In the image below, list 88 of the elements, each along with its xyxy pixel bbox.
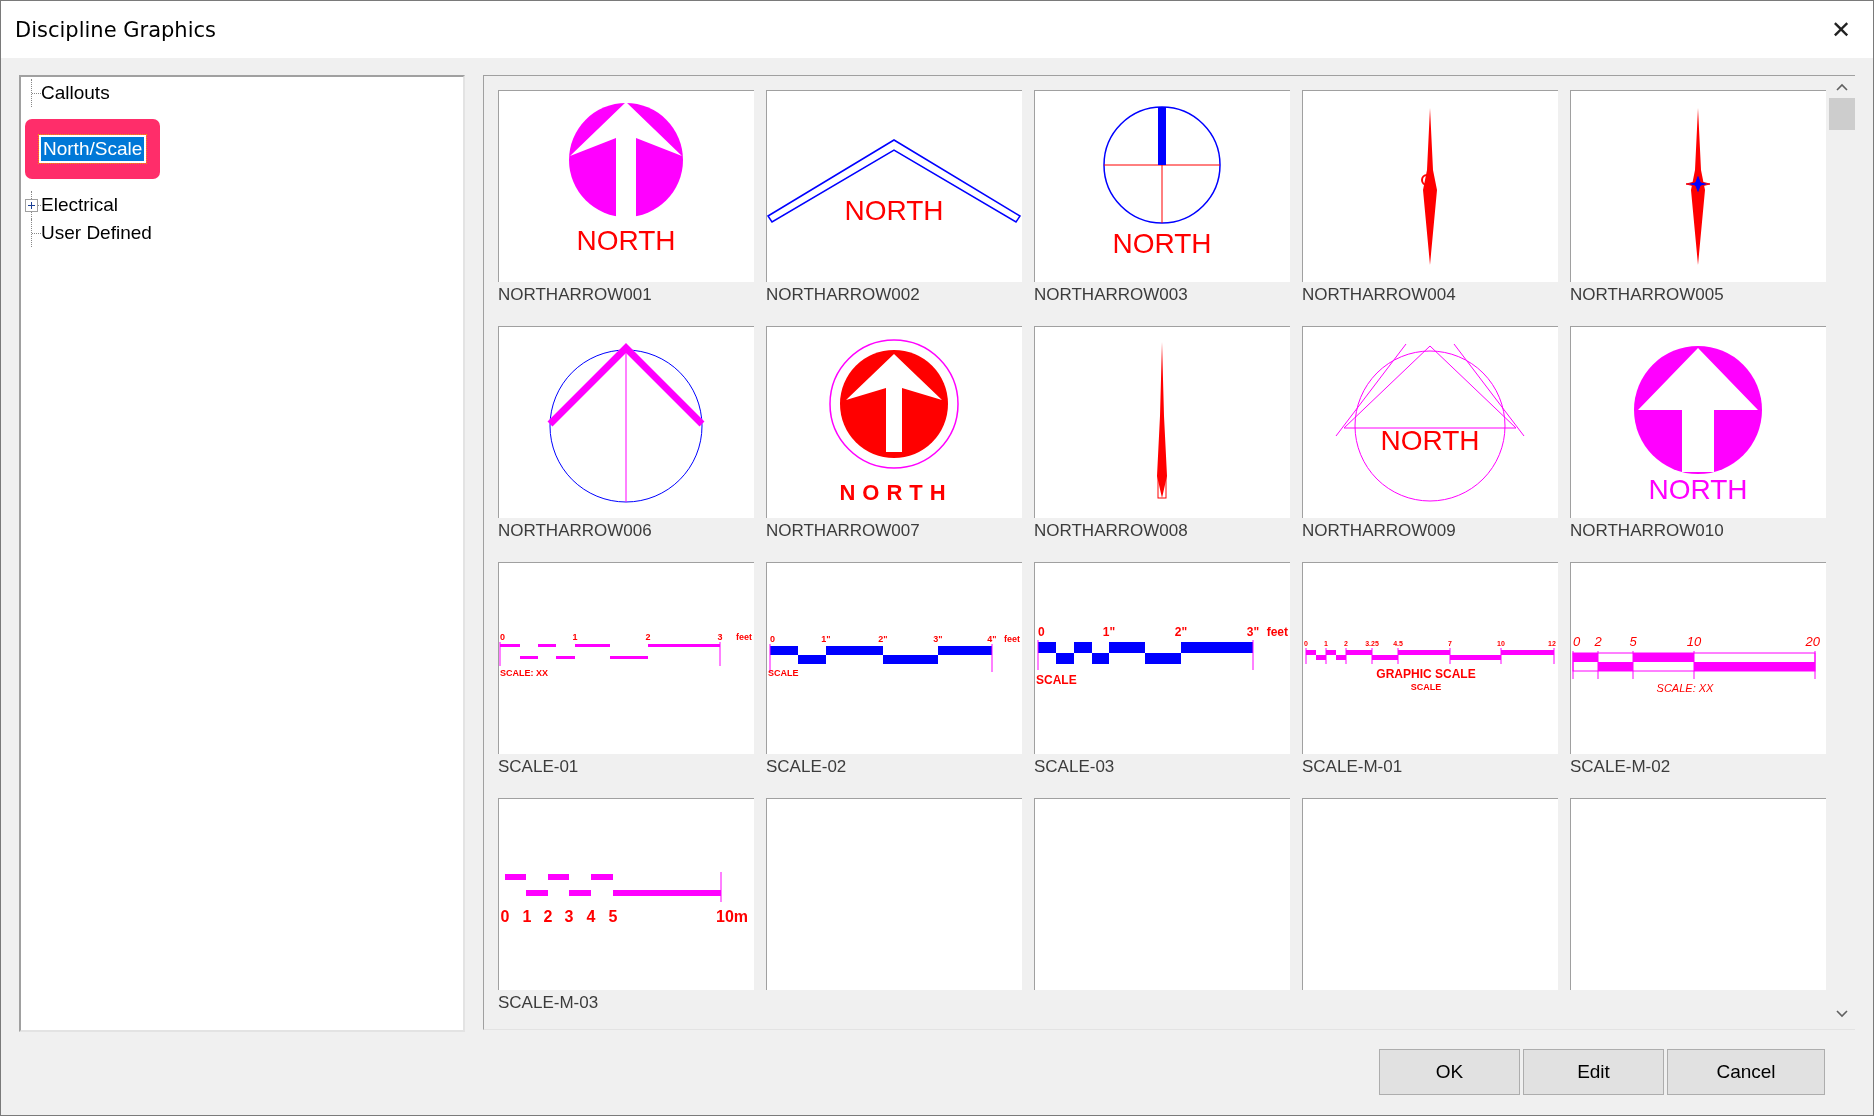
thumbnail-label: NORTHARROW005	[1570, 285, 1725, 305]
thumbnail[interactable]: 0 1 2 3 4 5 10m	[498, 798, 754, 990]
thumbnail[interactable]	[498, 326, 754, 518]
thumbnail[interactable]: NORTH	[1570, 326, 1826, 518]
tree-item[interactable]: North/Scale	[39, 135, 147, 163]
scroll-up-icon[interactable]	[1834, 82, 1849, 92]
drawing-label: 2	[543, 908, 553, 925]
drawing-label: 0	[770, 634, 775, 644]
thumbnail[interactable]	[1302, 90, 1558, 282]
drawing-label: 5	[608, 908, 618, 925]
thumbnail-label: NORTHARROW010	[1570, 521, 1725, 541]
thumbnail-label: SCALE-01	[498, 757, 580, 777]
drawing-label: 4	[586, 908, 596, 925]
drawing-label: 0	[500, 908, 510, 925]
thumbnail[interactable]: 0 1" 2" 3" 4" feet SCALE	[766, 562, 1022, 754]
close-button[interactable]: ✕	[1813, 1, 1869, 58]
drawing-label: feet	[1004, 634, 1020, 644]
thumbnail[interactable]: 0 2 5 10 20 SCALE: XX	[1570, 562, 1826, 754]
drawing-label: SCALE: XX	[1656, 682, 1714, 694]
thumbnail-label: SCALE-03	[1034, 757, 1116, 777]
drawing-label: NORTH	[576, 225, 676, 256]
thumbnail-label: NORTHARROW006	[498, 521, 653, 541]
window-title: Discipline Graphics	[15, 17, 216, 42]
thumbnail[interactable]: NORTH	[1034, 90, 1290, 282]
expand-icon[interactable]	[25, 199, 38, 212]
tree-item[interactable]: Electrical	[39, 193, 121, 217]
thumbnail-label: NORTHARROW001	[498, 285, 653, 305]
thumbnail-label: NORTHARROW008	[1034, 521, 1189, 541]
thumbnail[interactable]	[1302, 798, 1558, 990]
thumbnail[interactable]: 0 1" 2" 3" feet SCALE	[1034, 562, 1290, 754]
drawing-label: 3"	[1246, 625, 1260, 639]
drawing-label: 0	[1573, 634, 1581, 649]
drawing-label: SCALE	[768, 668, 799, 678]
drawing-label: NORTH	[1112, 228, 1212, 259]
drawing-label: 4"	[987, 634, 997, 644]
drawing-label: SCALE: XX	[500, 668, 548, 678]
dialog-button[interactable]: OK	[1379, 1049, 1520, 1095]
drawing-label: 2"	[878, 634, 888, 644]
drawing-label: 3	[564, 908, 574, 925]
drawing-label: 0	[500, 632, 505, 642]
drawing-label: GRAPHIC SCALE	[1376, 667, 1476, 681]
thumbnail-label: NORTHARROW009	[1302, 521, 1457, 541]
thumbnail[interactable]	[1034, 326, 1290, 518]
thumbnail[interactable]	[1034, 798, 1290, 990]
drawing-label: NORTH	[844, 195, 944, 226]
tree-item[interactable]: Callouts	[39, 81, 112, 105]
drawing-label: 5	[1629, 634, 1637, 649]
thumbnail-label: SCALE-M-03	[498, 993, 600, 1013]
scrollbar-thumb[interactable]	[1828, 98, 1855, 130]
thumbnail[interactable]: 0 1 2 3 feet SCALE: XX	[498, 562, 754, 754]
drawing-label: 2"	[1174, 625, 1188, 639]
drawing-label: 3	[717, 632, 723, 642]
drawing-label: 0	[1038, 625, 1045, 639]
thumbnail-label: NORTHARROW004	[1302, 285, 1457, 305]
thumbnail-label: SCALE-02	[766, 757, 848, 777]
thumbnail[interactable]: NORTH	[766, 326, 1022, 518]
thumbnail-label: NORTHARROW003	[1034, 285, 1189, 305]
thumbnail[interactable]	[1570, 798, 1826, 990]
drawing-label: 1	[572, 632, 578, 642]
thumbnail-label: NORTHARROW002	[766, 285, 921, 305]
drawing-label: 1"	[1102, 625, 1116, 639]
drawing-label: NORTH	[1648, 474, 1748, 505]
thumbnail-label: SCALE-M-01	[1302, 757, 1404, 777]
drawing-label: feet	[736, 632, 752, 642]
drawing-label: 1	[522, 908, 532, 925]
dialog-button[interactable]: Cancel	[1667, 1049, 1825, 1095]
thumbnail-label: NORTHARROW007	[766, 521, 921, 541]
drawing-label: feet	[1266, 625, 1288, 639]
thumbnail[interactable]	[766, 798, 1022, 990]
thumbnail[interactable]	[1570, 90, 1826, 282]
dialog-button[interactable]: Edit	[1523, 1049, 1664, 1095]
drawing-label: SCALE	[1410, 682, 1442, 692]
thumbnail[interactable]: NORTH	[498, 90, 754, 282]
drawing-label: 20	[1805, 634, 1820, 649]
drawing-label: 1"	[821, 634, 831, 644]
drawing-label: 2	[645, 632, 651, 642]
thumbnail[interactable]: NORTH	[1302, 326, 1558, 518]
drawing-label: 2	[1594, 634, 1602, 649]
drawing-label: 3"	[933, 634, 943, 644]
thumbnail-label: SCALE-M-02	[1570, 757, 1672, 777]
drawing-label: SCALE	[1036, 673, 1077, 687]
tree-item[interactable]: User Defined	[39, 221, 154, 245]
drawing-label: 10	[1686, 634, 1702, 649]
drawing-label: NORTH	[839, 480, 953, 505]
drawing-label: 10m	[716, 908, 749, 925]
thumbnail[interactable]: NORTH	[766, 90, 1022, 282]
drawing-label: NORTH	[1380, 425, 1480, 456]
scroll-down-icon[interactable]	[1834, 1009, 1849, 1019]
